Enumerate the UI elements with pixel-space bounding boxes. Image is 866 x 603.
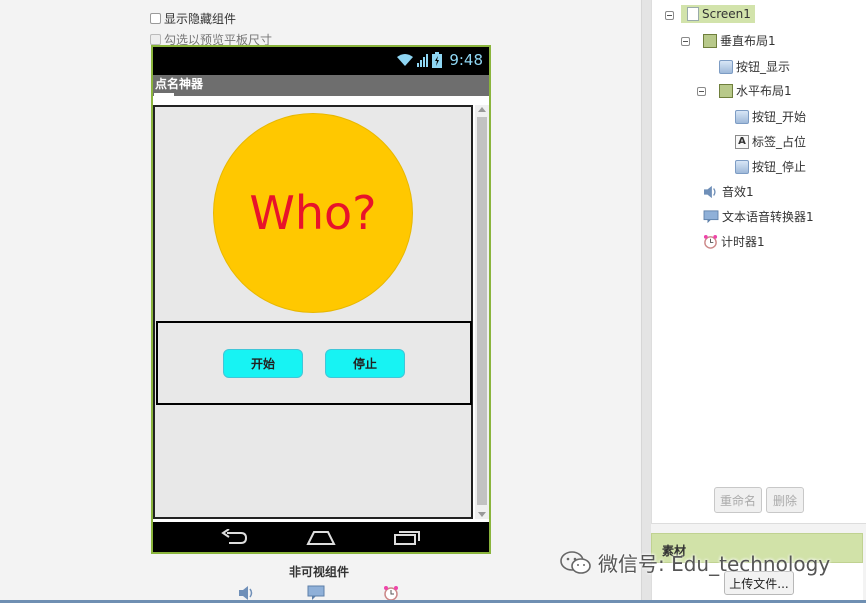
show-hidden-label: 显示隐藏组件 bbox=[164, 12, 237, 26]
collapse-horizontal-toggle[interactable] bbox=[697, 87, 706, 96]
tree-node-label: 按钮_显示 bbox=[736, 60, 791, 74]
tree-node-label: 按钮_停止 bbox=[752, 160, 807, 174]
back-icon[interactable] bbox=[221, 529, 249, 545]
scroll-thumb[interactable] bbox=[477, 117, 487, 505]
tree-node-label: 标签_占位 bbox=[752, 135, 807, 149]
tree-node-label: Screen1 bbox=[702, 7, 751, 21]
phone-preview: 9:48 点名神器 Who? 开始 停止 bbox=[151, 45, 491, 554]
tree-node-horizontal-layout[interactable]: 水平布局1 bbox=[719, 82, 792, 99]
app-title: 点名神器 bbox=[155, 77, 204, 91]
home-icon[interactable] bbox=[306, 529, 336, 545]
tree-node-screen1[interactable]: Screen1 bbox=[681, 5, 755, 23]
scrollbar[interactable] bbox=[475, 105, 489, 519]
designer-area: 显示隐藏组件 勾选以预览平板尺寸 9:48 点名神器 Who? 开始 停止 非可… bbox=[0, 0, 640, 603]
show-hidden-checkbox[interactable] bbox=[150, 13, 161, 24]
status-bar: 9:48 bbox=[153, 47, 489, 75]
vertical-layout-preview[interactable]: Who? 开始 停止 bbox=[153, 105, 473, 519]
title-tab bbox=[154, 93, 174, 99]
android-nav-bar bbox=[153, 522, 489, 552]
tree-node-label: 按钮_开始 bbox=[752, 110, 807, 124]
collapse-screen-toggle[interactable] bbox=[665, 11, 674, 20]
horizontal-layout-preview[interactable]: 开始 停止 bbox=[156, 321, 472, 405]
tree-node-label: 垂直布局1 bbox=[720, 34, 776, 48]
who-text: Who? bbox=[249, 186, 377, 240]
recents-icon[interactable] bbox=[393, 529, 421, 545]
tree-node-button-show[interactable]: 按钮_显示 bbox=[719, 58, 790, 75]
wechat-icon bbox=[560, 550, 591, 574]
components-tree: Screen1 垂直布局1 按钮_显示 水平布局1 按钮_开始 A 标签_占位 … bbox=[651, 0, 866, 524]
alarm-clock-icon bbox=[703, 234, 718, 249]
vertical-layout-icon bbox=[703, 33, 717, 48]
scroll-up-arrow-icon[interactable] bbox=[478, 107, 486, 112]
tree-node-tts[interactable]: 文本语音转换器1 bbox=[703, 208, 814, 225]
tablet-preview-checkbox[interactable] bbox=[150, 34, 161, 45]
panel-divider[interactable] bbox=[641, 0, 651, 603]
tree-node-button-stop[interactable]: 按钮_停止 bbox=[735, 158, 806, 175]
signal-icon bbox=[417, 54, 429, 67]
delete-button[interactable]: 删除 bbox=[766, 487, 804, 513]
speech-bubble-icon bbox=[703, 209, 719, 223]
stop-button[interactable]: 停止 bbox=[325, 349, 405, 378]
start-button[interactable]: 开始 bbox=[223, 349, 303, 378]
watermark: 微信号: Edu_technology bbox=[560, 548, 830, 577]
collapse-vertical-toggle[interactable] bbox=[681, 37, 690, 46]
battery-icon bbox=[432, 52, 443, 68]
app-title-bar: 点名神器 bbox=[153, 75, 489, 96]
watermark-text: 微信号: Edu_technology bbox=[598, 552, 831, 576]
tree-node-timer[interactable]: 计时器1 bbox=[703, 233, 765, 250]
horizontal-layout-icon bbox=[719, 83, 733, 98]
tree-node-label: 文本语音转换器1 bbox=[722, 210, 814, 224]
tree-node-sound[interactable]: 音效1 bbox=[703, 183, 754, 200]
nonvisible-components-label: 非可视组件 bbox=[289, 565, 350, 579]
screen-icon bbox=[687, 7, 699, 21]
button-icon bbox=[735, 109, 749, 124]
tree-node-label: 计时器1 bbox=[721, 235, 765, 249]
label-icon: A bbox=[735, 134, 749, 149]
rename-button[interactable]: 重命名 bbox=[714, 487, 762, 513]
tree-node-label-placeholder[interactable]: A 标签_占位 bbox=[735, 133, 806, 150]
show-hidden-option[interactable]: 显示隐藏组件 bbox=[150, 10, 236, 27]
button-icon bbox=[735, 159, 749, 174]
status-clock: 9:48 bbox=[449, 51, 483, 69]
tree-node-vertical-layout[interactable]: 垂直布局1 bbox=[703, 32, 776, 49]
button-icon bbox=[719, 59, 733, 74]
tree-node-button-start[interactable]: 按钮_开始 bbox=[735, 108, 806, 125]
wifi-icon bbox=[397, 54, 414, 66]
tree-node-label: 水平布局1 bbox=[736, 84, 792, 98]
who-button[interactable]: Who? bbox=[213, 113, 413, 313]
speaker-icon bbox=[704, 185, 716, 198]
tree-node-label: 音效1 bbox=[722, 185, 754, 199]
scroll-down-arrow-icon[interactable] bbox=[478, 512, 486, 517]
